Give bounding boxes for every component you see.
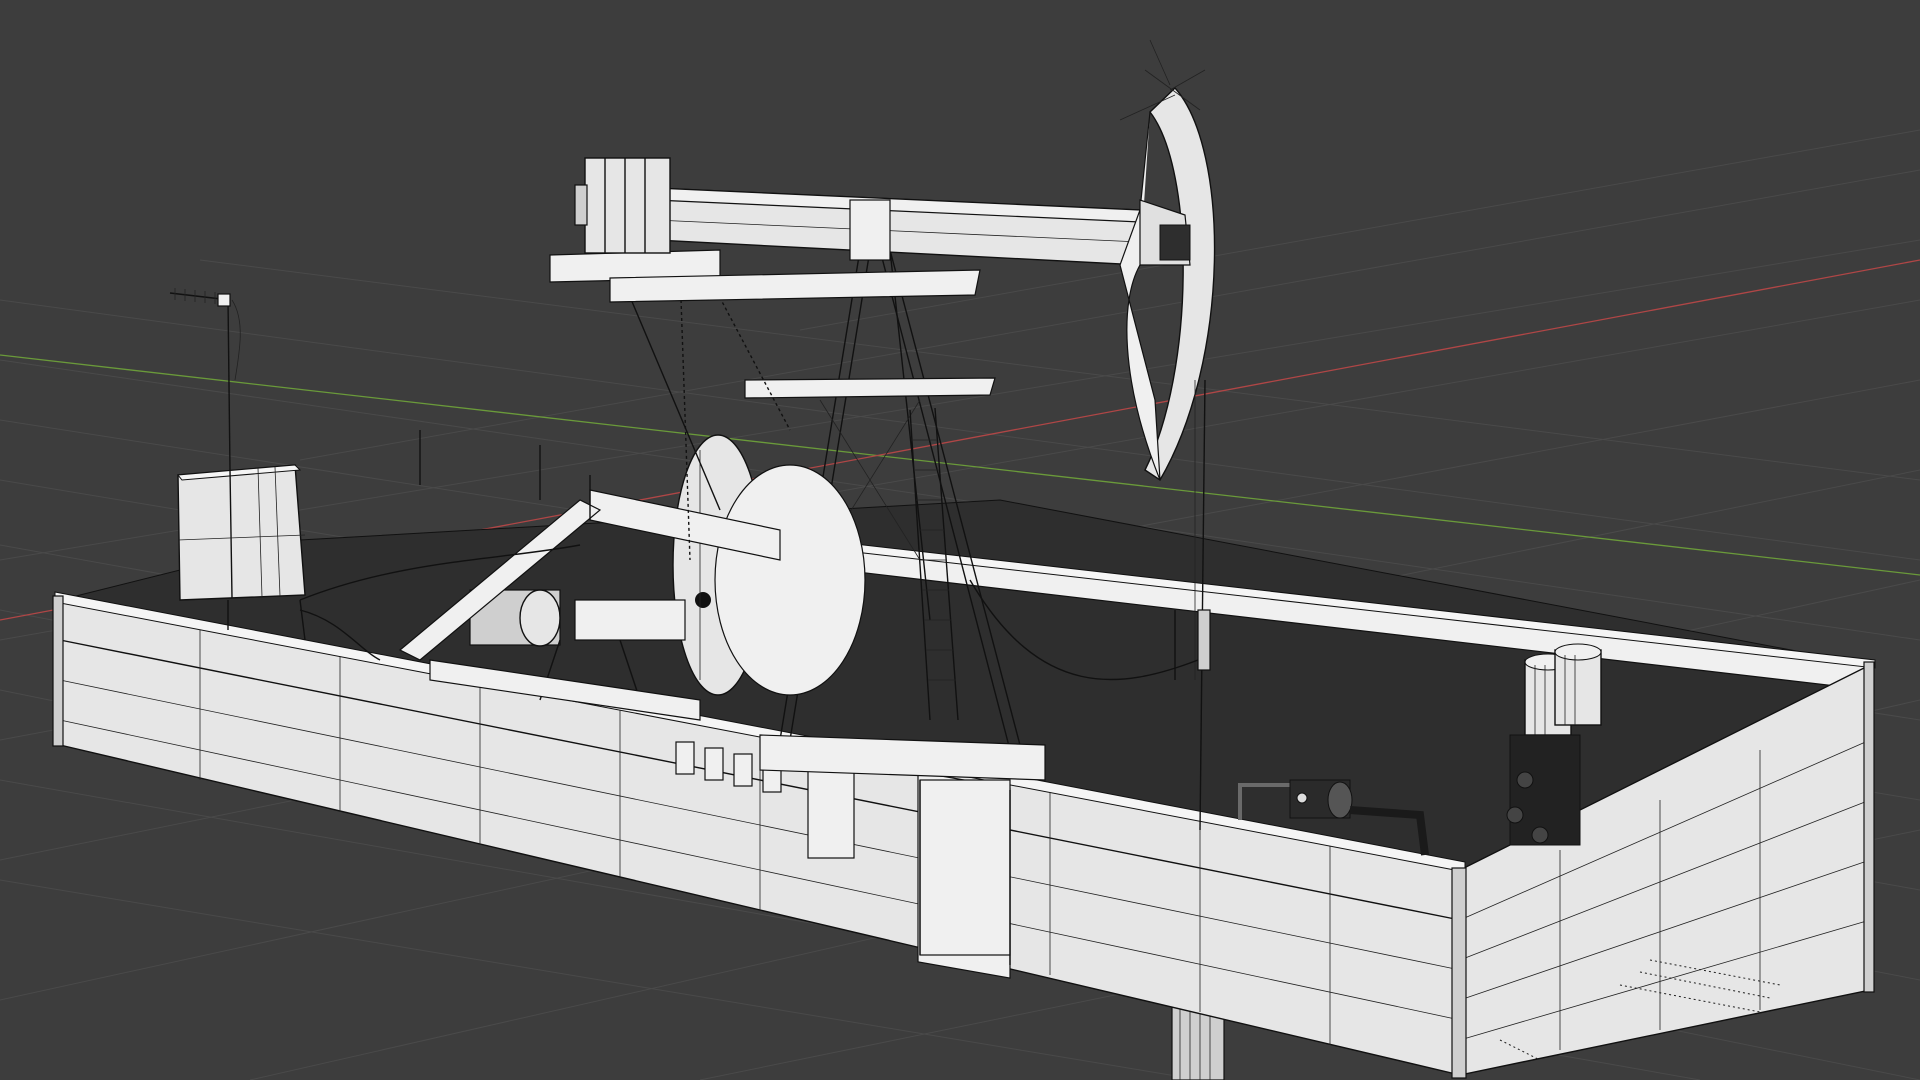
horse-head	[1119, 39, 1216, 481]
crank-counterweight	[672, 434, 866, 696]
walking-beam	[549, 157, 1141, 303]
viewport-canvas[interactable]	[0, 0, 1920, 1080]
3d-viewport[interactable]	[0, 0, 1920, 1080]
